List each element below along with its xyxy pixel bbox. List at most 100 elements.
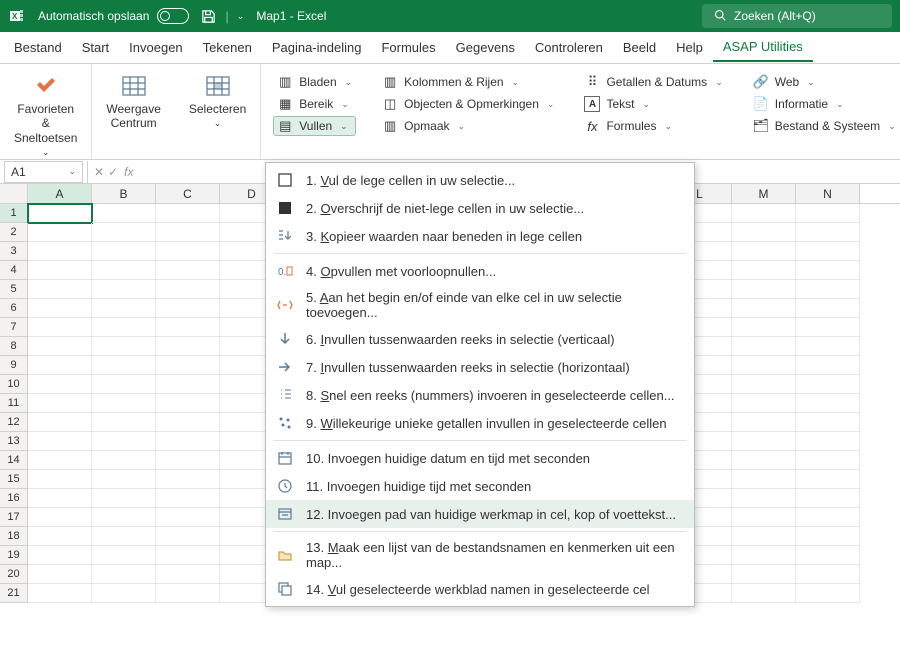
weergave-button[interactable]: Weergave Centrum [100,68,166,135]
cell[interactable] [28,432,92,451]
cell[interactable] [156,546,220,565]
cell[interactable] [796,470,860,489]
cell[interactable] [156,565,220,584]
save-icon[interactable] [199,7,217,25]
column-header[interactable]: M [732,184,796,203]
cell[interactable] [156,204,220,223]
cell[interactable] [92,546,156,565]
tab-beeld[interactable]: Beeld [613,34,666,61]
cell[interactable] [28,318,92,337]
row-header[interactable]: 3 [0,242,28,261]
menu-item-2[interactable]: 2. Overschrijf de niet-lege cellen in uw… [266,194,694,222]
menu-item-1[interactable]: 1. Vul de lege cellen in uw selectie... [266,166,694,194]
row-header[interactable]: 4 [0,261,28,280]
cell[interactable] [92,470,156,489]
menu-item-4[interactable]: 0.4. Opvullen met voorloopnullen... [266,257,694,285]
cell[interactable] [732,413,796,432]
cell[interactable] [796,242,860,261]
row-header[interactable]: 11 [0,394,28,413]
menu-item-3[interactable]: 3. Kopieer waarden naar beneden in lege … [266,222,694,250]
cell[interactable] [92,489,156,508]
web-button[interactable]: 🔗Web⌄ [749,72,900,92]
cell[interactable] [796,223,860,242]
cell[interactable] [92,261,156,280]
cell[interactable] [28,470,92,489]
autosave-toggle[interactable]: Automatisch opslaan [38,8,189,24]
cell[interactable] [92,223,156,242]
cell[interactable] [28,299,92,318]
cell[interactable] [796,527,860,546]
cell[interactable] [796,546,860,565]
cell[interactable] [28,413,92,432]
cell[interactable] [796,489,860,508]
cell[interactable] [92,413,156,432]
menu-item-7[interactable]: 7. Invullen tussenwaarden reeks in selec… [266,353,694,381]
cell[interactable] [92,204,156,223]
cell[interactable] [92,565,156,584]
cell[interactable] [156,508,220,527]
cell[interactable] [796,413,860,432]
formules-button[interactable]: fxFormules⌄ [580,116,726,136]
tab-invoegen[interactable]: Invoegen [119,34,193,61]
vullen-button[interactable]: ▤Vullen⌄ [273,116,356,136]
cell[interactable] [156,489,220,508]
menu-item-8[interactable]: 8. Snel een reeks (nummers) invoeren in … [266,381,694,409]
menu-item-14[interactable]: 14. Vul geselecteerde werkblad namen in … [266,575,694,603]
cell[interactable] [796,394,860,413]
column-header[interactable]: N [796,184,860,203]
menu-item-10[interactable]: 10. Invoegen huidige datum en tijd met s… [266,444,694,472]
cell[interactable] [92,394,156,413]
cell[interactable] [796,337,860,356]
cell[interactable] [92,375,156,394]
cell[interactable] [796,299,860,318]
row-header[interactable]: 16 [0,489,28,508]
row-header[interactable]: 9 [0,356,28,375]
cell[interactable] [732,432,796,451]
cell[interactable] [796,375,860,394]
cell[interactable] [796,280,860,299]
cell[interactable] [796,584,860,603]
cell[interactable] [156,356,220,375]
cell[interactable] [92,584,156,603]
cell[interactable] [92,280,156,299]
tekst-button[interactable]: ATekst⌄ [580,94,726,114]
tab-bestand[interactable]: Bestand [4,34,72,61]
row-header[interactable]: 1 [0,204,28,223]
cell[interactable] [796,356,860,375]
cell[interactable] [796,451,860,470]
fx-icon[interactable]: fx [124,165,133,179]
cell[interactable] [156,261,220,280]
cell[interactable] [156,375,220,394]
tab-tekenen[interactable]: Tekenen [193,34,262,61]
cell[interactable] [156,413,220,432]
cell[interactable] [28,451,92,470]
cell[interactable] [156,318,220,337]
row-header[interactable]: 20 [0,565,28,584]
cell[interactable] [28,204,92,223]
cell[interactable] [156,223,220,242]
favorieten-button[interactable]: Favorieten & Sneltoetsen ⌄ [8,68,83,162]
row-header[interactable]: 5 [0,280,28,299]
cell[interactable] [92,337,156,356]
cell[interactable] [796,565,860,584]
objecten-button[interactable]: ◫Objecten & Opmerkingen⌄ [378,94,558,114]
cell[interactable] [28,261,92,280]
cell[interactable] [732,527,796,546]
cell[interactable] [732,204,796,223]
tab-help[interactable]: Help [666,34,713,61]
cell[interactable] [92,508,156,527]
cell[interactable] [732,356,796,375]
cell[interactable] [156,337,220,356]
tab-controleren[interactable]: Controleren [525,34,613,61]
row-header[interactable]: 18 [0,527,28,546]
cell[interactable] [732,375,796,394]
cell[interactable] [28,242,92,261]
cell[interactable] [92,356,156,375]
bereik-button[interactable]: ▦Bereik⌄ [273,94,356,114]
kolommen-button[interactable]: ▥Kolommen & Rijen⌄ [378,72,558,92]
cell[interactable] [92,527,156,546]
cell[interactable] [732,508,796,527]
menu-item-5[interactable]: 5. Aan het begin en/of einde van elke ce… [266,285,694,325]
cell[interactable] [92,432,156,451]
cell[interactable] [92,299,156,318]
